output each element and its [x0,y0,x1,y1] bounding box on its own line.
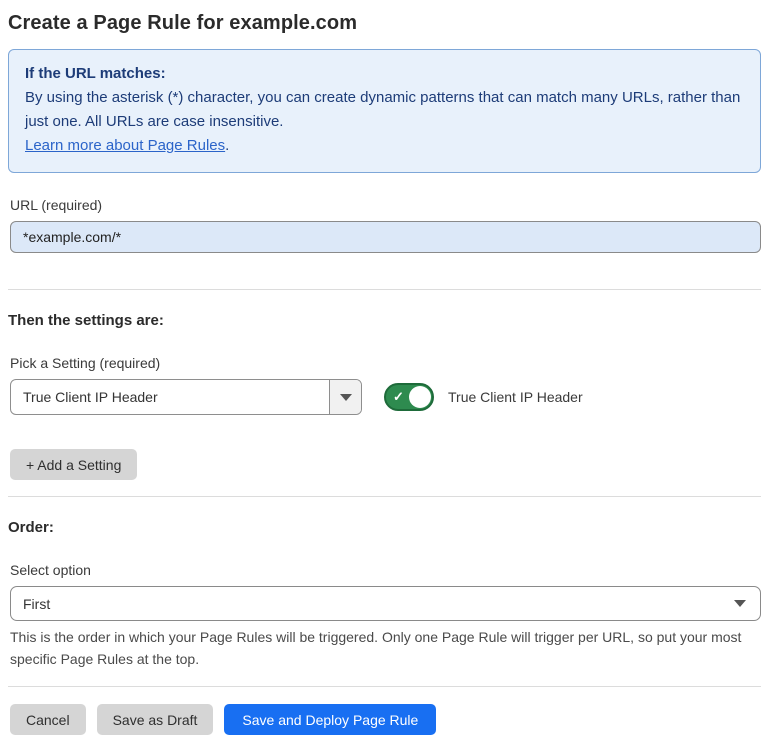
info-box-link-line: Learn more about Page Rules. [25,134,744,158]
setting-select-arrow-button[interactable] [329,380,361,414]
link-suffix: . [225,137,229,154]
order-select-value: First [23,596,734,612]
order-select-label: Select option [10,562,761,578]
info-box-heading: If the URL matches: [25,62,744,86]
setting-picker-label: Pick a Setting (required) [10,355,761,371]
check-icon: ✓ [393,390,404,403]
setting-select-value: True Client IP Header [11,380,329,414]
order-help-text: This is the order in which your Page Rul… [10,626,761,670]
section-divider [8,496,761,497]
form-actions: Cancel Save as Draft Save and Deploy Pag… [10,704,761,735]
url-match-info-box: If the URL matches: By using the asteris… [8,49,761,173]
page-rule-form: Create a Page Rule for example.com If th… [0,0,769,735]
toggle-knob [409,386,431,408]
order-section-heading: Order: [8,519,761,536]
setting-select[interactable]: True Client IP Header [10,379,362,415]
page-title: Create a Page Rule for example.com [8,12,761,35]
settings-section-heading: Then the settings are: [8,312,761,329]
true-client-ip-toggle[interactable]: ✓ [384,383,434,411]
section-divider [8,289,761,290]
order-select[interactable]: First [10,586,761,621]
section-divider [8,686,761,687]
url-input[interactable] [10,221,761,253]
info-box-body: By using the asterisk (*) character, you… [25,86,744,134]
chevron-down-icon [734,600,746,607]
setting-row: True Client IP Header ✓ True Client IP H… [10,379,761,415]
chevron-down-icon [340,394,352,401]
toggle-label: True Client IP Header [448,389,583,405]
save-draft-button[interactable]: Save as Draft [97,704,214,735]
learn-more-link[interactable]: Learn more about Page Rules [25,137,225,154]
url-field-label: URL (required) [10,197,761,213]
save-deploy-button[interactable]: Save and Deploy Page Rule [224,704,436,735]
add-setting-button[interactable]: + Add a Setting [10,449,137,480]
cancel-button[interactable]: Cancel [10,704,86,735]
